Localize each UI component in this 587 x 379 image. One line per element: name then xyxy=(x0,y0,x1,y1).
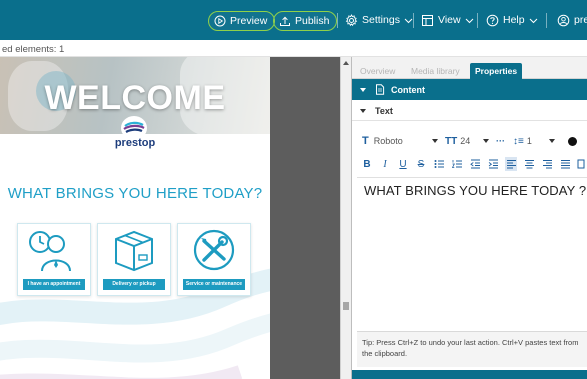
preview-button[interactable]: Preview xyxy=(208,11,276,31)
upload-icon xyxy=(279,15,291,27)
publish-button[interactable]: Publish xyxy=(273,11,338,31)
panel-footer xyxy=(352,370,587,379)
align-center-icon[interactable] xyxy=(523,157,535,171)
tab-media-library[interactable]: Media library xyxy=(406,63,465,79)
dropdown-arrow-icon xyxy=(483,139,489,143)
line-spacing-dropdown[interactable] xyxy=(549,131,555,151)
more-format-icon[interactable] xyxy=(575,157,587,171)
collapse-arrow-icon xyxy=(360,87,366,92)
tab-overview[interactable]: Overview xyxy=(355,63,400,79)
font-family-value: Roboto xyxy=(373,136,403,146)
font-toolbar: T Roboto TT 24 ··· ↕≡ 1 xyxy=(352,131,587,151)
view-menu[interactable]: View xyxy=(421,0,474,40)
service-label: Service or maintenance xyxy=(183,279,245,290)
tools-icon xyxy=(178,226,250,274)
bold-icon[interactable]: B xyxy=(361,157,373,171)
settings-label: Settings xyxy=(362,14,400,26)
bullet-list-icon[interactable] xyxy=(433,157,445,171)
appointment-label: I have an appointment xyxy=(23,279,85,290)
view-layout-icon xyxy=(421,14,434,27)
chevron-down-icon xyxy=(465,16,474,25)
service-card[interactable]: Service or maintenance xyxy=(177,223,251,296)
view-label: View xyxy=(438,14,461,26)
more-options-button[interactable]: ··· xyxy=(496,131,505,151)
strikethrough-icon[interactable]: S xyxy=(415,157,427,171)
document-icon xyxy=(375,84,385,95)
numbered-list-icon[interactable] xyxy=(451,157,463,171)
slide-canvas[interactable]: WELCOME prestop WHAT BRINGS YOU HERE TOD… xyxy=(0,57,270,379)
line-spacing-select[interactable]: ↕≡ 1 xyxy=(513,131,532,151)
play-icon xyxy=(214,15,226,27)
font-family-dropdown[interactable] xyxy=(432,131,438,151)
box-icon xyxy=(98,226,170,274)
panel-tabs: Overview Media library Properties xyxy=(352,57,587,79)
text-color-picker[interactable] xyxy=(568,131,577,151)
user-menu[interactable]: pre xyxy=(557,0,587,40)
appointment-card[interactable]: I have an appointment xyxy=(17,223,91,296)
properties-panel: Overview Media library Properties Conten… xyxy=(351,57,587,379)
help-menu[interactable]: Help xyxy=(486,0,538,40)
publish-label: Publish xyxy=(295,15,330,27)
settings-menu[interactable]: Settings xyxy=(345,0,413,40)
welcome-heading[interactable]: WELCOME xyxy=(0,79,270,118)
vertical-scrollbar[interactable] xyxy=(340,57,351,379)
scroll-up-arrow-icon[interactable] xyxy=(343,61,349,65)
toolbar-divider xyxy=(337,13,338,28)
align-justify-icon[interactable] xyxy=(559,157,571,171)
content-header-label: Content xyxy=(391,84,425,95)
delivery-card[interactable]: Delivery or pickup xyxy=(97,223,171,296)
indent-icon[interactable] xyxy=(487,157,499,171)
line-spacing-value: 1 xyxy=(526,136,532,146)
dropdown-arrow-icon xyxy=(432,139,438,143)
user-label: pre xyxy=(574,14,587,26)
selection-status: ed elements: 1 xyxy=(0,40,587,57)
toolbar-divider xyxy=(546,13,547,28)
text-header-label: Text xyxy=(375,105,393,116)
preview-label: Preview xyxy=(230,15,268,27)
font-size-icon: TT xyxy=(445,135,458,147)
text-section-header[interactable]: Text xyxy=(352,101,587,121)
font-size-select[interactable]: TT 24 xyxy=(445,131,470,151)
logo-wordmark: prestop xyxy=(114,137,156,149)
workspace-gutter xyxy=(270,57,340,379)
align-left-icon[interactable] xyxy=(505,157,517,171)
tip-line-2: the clipboard. xyxy=(362,349,408,358)
font-icon: T xyxy=(362,135,369,147)
person-clock-icon xyxy=(18,226,90,274)
toolbar-divider xyxy=(413,13,414,28)
gear-icon xyxy=(345,13,358,27)
user-icon xyxy=(557,14,570,27)
content-section-header[interactable]: Content xyxy=(352,79,587,100)
editor-text-value: WHAT BRINGS YOU HERE TODAY ? xyxy=(364,183,587,198)
question-heading[interactable]: WHAT BRINGS YOU HERE TODAY? xyxy=(0,185,270,202)
collapse-arrow-icon xyxy=(360,108,366,113)
italic-icon[interactable]: I xyxy=(379,157,391,171)
outdent-icon[interactable] xyxy=(469,157,481,171)
font-size-dropdown[interactable] xyxy=(483,131,489,151)
font-family-select[interactable]: T Roboto xyxy=(362,131,403,151)
font-size-value: 24 xyxy=(460,136,471,146)
chevron-down-icon xyxy=(404,16,413,25)
tab-properties[interactable]: Properties xyxy=(470,63,523,79)
top-toolbar: Preview Publish Settings View Help pre xyxy=(0,0,587,40)
dropdown-arrow-icon xyxy=(549,139,555,143)
align-right-icon[interactable] xyxy=(541,157,553,171)
text-editor[interactable]: WHAT BRINGS YOU HERE TODAY ? xyxy=(357,177,587,327)
tip-box: Tip: Press Ctrl+Z to undo your last acti… xyxy=(357,331,587,367)
help-icon xyxy=(486,14,499,27)
delivery-label: Delivery or pickup xyxy=(103,279,165,290)
format-toolbar: B I U S xyxy=(352,154,587,174)
color-swatch-icon xyxy=(568,136,577,146)
line-spacing-icon: ↕≡ xyxy=(513,135,524,147)
tip-line-1: Tip: Press Ctrl+Z to undo your last acti… xyxy=(362,338,579,347)
editor-content[interactable]: WHAT BRINGS YOU HERE TODAY ? xyxy=(364,183,587,198)
help-label: Help xyxy=(503,14,525,26)
toolbar-divider xyxy=(477,13,478,28)
chevron-down-icon xyxy=(529,16,538,25)
scroll-thumb[interactable] xyxy=(343,302,349,310)
underline-icon[interactable]: U xyxy=(397,157,409,171)
